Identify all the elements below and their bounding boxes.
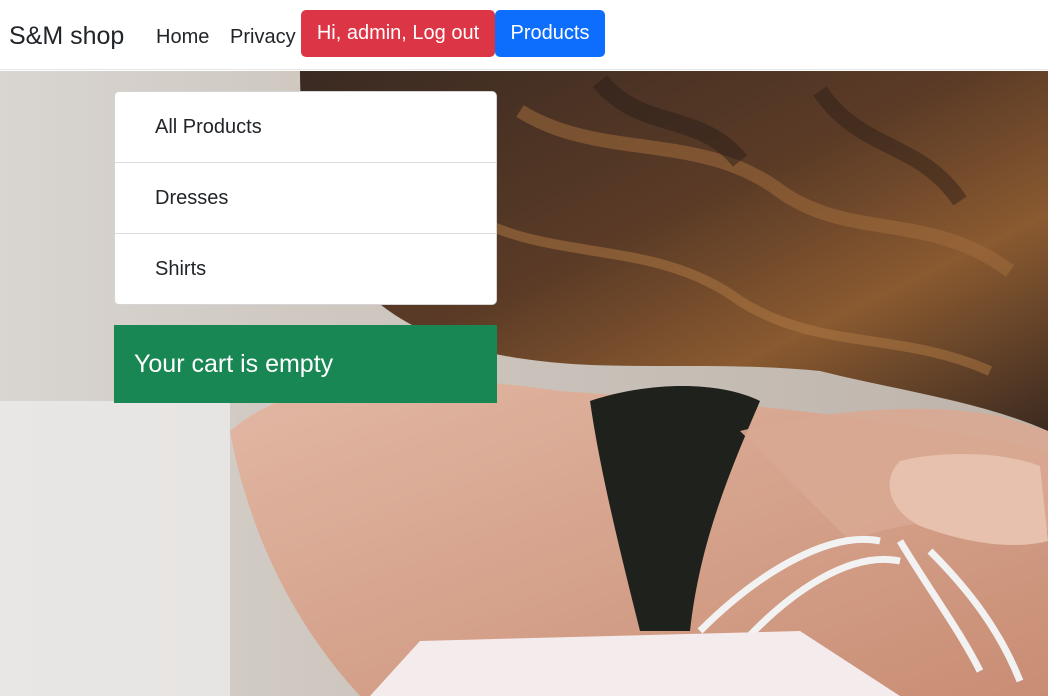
brand-link[interactable]: S&M shop [9,20,124,52]
products-button[interactable]: Products [495,10,605,57]
nav-home-link[interactable]: Home [156,24,209,50]
menu-item-all-products[interactable]: All Products [115,92,496,163]
menu-item-shirts[interactable]: Shirts [115,234,496,304]
menu-item-dresses[interactable]: Dresses [115,163,496,234]
logout-button[interactable]: Hi, admin, Log out [301,10,495,57]
products-dropdown-menu: All Products Dresses Shirts [114,91,497,305]
cart-status-banner: Your cart is empty [114,325,497,403]
top-navbar: S&M shop Home Privacy Hi, admin, Log out… [0,0,1048,70]
nav-privacy-link[interactable]: Privacy [230,24,296,50]
